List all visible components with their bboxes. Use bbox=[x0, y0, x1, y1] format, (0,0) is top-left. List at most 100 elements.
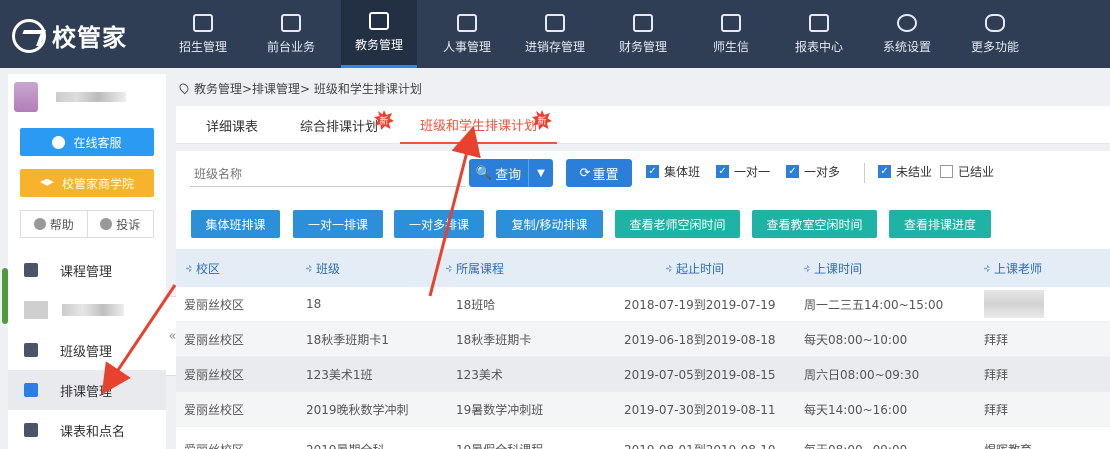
group-class-schedule-button[interactable]: 集体班排课 bbox=[191, 210, 280, 238]
cell-course: 19暑数学冲刺班 bbox=[456, 402, 544, 417]
nav-item-finance[interactable]: 财务管理 bbox=[605, 0, 681, 68]
tab-bar: 详细课表 综合排课计划新 班级和学生排课计划新 bbox=[176, 106, 1110, 144]
checkbox-graduated[interactable]: 已结业 bbox=[940, 163, 994, 180]
sort-icon bbox=[306, 264, 312, 273]
class-name-input[interactable] bbox=[190, 161, 466, 187]
column-header-class-time[interactable]: 上课时间 bbox=[804, 260, 862, 277]
checkbox-one-on-one[interactable]: ✓ 一对一 bbox=[716, 163, 770, 180]
header-label: 班级 bbox=[316, 261, 341, 276]
checkbox-unchecked[interactable] bbox=[940, 165, 953, 178]
cell-class: 123美术1班 bbox=[306, 367, 373, 382]
checkbox-label: 一对一 bbox=[734, 165, 771, 179]
more-icon bbox=[985, 13, 1005, 32]
table-row[interactable]: 爱丽丝校区 2019暑期全科 19暑假全科课程 2019-08-01到2019-… bbox=[176, 427, 1110, 449]
column-header-campus[interactable]: 校区 bbox=[186, 260, 220, 277]
copy-move-schedule-button[interactable]: 复制/移动排课 bbox=[496, 210, 603, 238]
column-header-course[interactable]: 所属课程 bbox=[446, 260, 504, 277]
nav-item-settings[interactable]: 系统设置 bbox=[869, 0, 945, 68]
refresh-icon: ⟳ bbox=[579, 165, 591, 181]
nav-item-recruit[interactable]: 招生管理 bbox=[165, 0, 241, 68]
tab-class-student-plan[interactable]: 班级和学生排课计划新 bbox=[400, 106, 558, 144]
sidebar-item-label: 班级管理 bbox=[60, 344, 113, 360]
breadcrumb: 教务管理>排课管理> 班级和学生排课计划 bbox=[176, 74, 1110, 102]
teacher-free-time-button[interactable]: 查看老师空闲时间 bbox=[615, 210, 740, 238]
nav-item-inventory[interactable]: 进销存管理 bbox=[517, 0, 593, 68]
nav-label: 系统设置 bbox=[882, 39, 931, 54]
sidebar-item-course[interactable]: 课程管理 bbox=[8, 250, 166, 290]
app-logo[interactable]: 校管家 bbox=[12, 18, 127, 53]
logo-icon bbox=[12, 18, 46, 53]
tab-label: 综合排课计划 bbox=[300, 119, 379, 135]
column-header-teacher[interactable]: 上课老师 bbox=[984, 260, 1042, 277]
sidebar-item-label: 课程管理 bbox=[60, 264, 113, 280]
query-dropdown[interactable]: ▼ bbox=[529, 168, 553, 179]
logo-text: 校管家 bbox=[52, 24, 127, 52]
gear-icon bbox=[897, 13, 917, 32]
nav-item-hr[interactable]: 人事管理 bbox=[429, 0, 505, 68]
user-info[interactable] bbox=[8, 74, 166, 120]
tab-detailed-schedule[interactable]: 详细课表 bbox=[206, 106, 258, 144]
checkbox-not-graduated[interactable]: ✓ 未结业 bbox=[878, 163, 932, 180]
cell-period: 2019-07-05到2019-08-15 bbox=[624, 367, 776, 382]
table-row[interactable]: 爱丽丝校区 18秋季班期卡1 18秋季班期卡 2019-06-18到2019-0… bbox=[176, 322, 1110, 357]
class-icon bbox=[24, 343, 38, 357]
reset-button[interactable]: ⟳ 重置 bbox=[566, 159, 632, 187]
nav-label: 人事管理 bbox=[442, 39, 491, 54]
cell-class-time: 每天08:00~10:00 bbox=[804, 332, 908, 347]
table-row[interactable]: 爱丽丝校区 2019晚秋数学冲刺 19暑数学冲刺班 2019-07-30到201… bbox=[176, 392, 1110, 427]
sort-icon bbox=[446, 264, 452, 273]
checkbox-checked[interactable]: ✓ bbox=[646, 165, 659, 178]
query-main[interactable]: 🔍 查询 bbox=[469, 159, 529, 187]
checkbox-checked[interactable]: ✓ bbox=[786, 165, 799, 178]
sidebar-item-class[interactable]: 班级管理 bbox=[8, 330, 166, 370]
monitor-icon bbox=[281, 13, 301, 32]
complaint-button[interactable]: 投诉 bbox=[88, 211, 154, 237]
query-button[interactable]: 🔍 查询 ▼ bbox=[469, 159, 553, 187]
cell-teacher: 拜拜 bbox=[984, 332, 1009, 347]
nav-item-reports[interactable]: 报表中心 bbox=[781, 0, 857, 68]
cell-campus: 爱丽丝校区 bbox=[184, 441, 244, 449]
one-on-one-schedule-button[interactable]: 一对一排课 bbox=[293, 210, 383, 238]
cell-course: 18班哈 bbox=[456, 297, 496, 312]
cell-course: 123美术 bbox=[456, 367, 503, 382]
table-row[interactable]: 爱丽丝校区 18 18班哈 2018-07-19到2019-07-19 周一二三… bbox=[176, 287, 1110, 322]
course-icon bbox=[24, 263, 38, 277]
cell-campus: 爱丽丝校区 bbox=[184, 297, 245, 312]
top-navigation-bar: 校管家 招生管理 前台业务 教务管理 人事管理 进销存管理 财务管理 师生信 报… bbox=[0, 0, 1110, 68]
checkbox-one-to-many[interactable]: ✓ 一对多 bbox=[786, 163, 840, 180]
online-service-label: 在线客服 bbox=[73, 135, 122, 150]
cell-class: 2019晚秋数学冲刺 bbox=[306, 402, 409, 417]
header-label: 校区 bbox=[196, 261, 221, 276]
checkbox-checked[interactable]: ✓ bbox=[716, 165, 729, 178]
help-button[interactable]: 帮助 bbox=[21, 211, 88, 237]
sidebar-menu: 课程管理 班级管理 排课管理 课表和点名 bbox=[8, 250, 166, 449]
nav-item-academic[interactable]: 教务管理 bbox=[341, 0, 417, 68]
chat-bubble-icon bbox=[52, 135, 66, 149]
nav-item-more[interactable]: 更多功能 bbox=[957, 0, 1033, 68]
online-service-button[interactable]: 在线客服 bbox=[20, 128, 154, 156]
divider bbox=[864, 163, 865, 183]
sidebar-item-schedule[interactable]: 排课管理 bbox=[8, 370, 166, 410]
checkbox-label: 未结业 bbox=[896, 165, 933, 179]
people-icon bbox=[457, 13, 477, 32]
academy-button[interactable]: 校管家商学院 bbox=[20, 169, 154, 197]
header-label: 上课老师 bbox=[994, 261, 1043, 276]
table-row[interactable]: 爱丽丝校区 123美术1班 123美术 2019-07-05到2019-08-1… bbox=[176, 357, 1110, 392]
header-label: 起止时间 bbox=[676, 261, 725, 276]
column-header-period[interactable]: 起止时间 bbox=[666, 260, 724, 277]
sidebar-item-blurred[interactable] bbox=[8, 290, 166, 330]
nav-item-frontdesk[interactable]: 前台业务 bbox=[253, 0, 329, 68]
nav-item-messages[interactable]: 师生信 bbox=[693, 0, 769, 68]
tab-comprehensive-plan[interactable]: 综合排课计划新 bbox=[300, 106, 394, 144]
checkbox-checked[interactable]: ✓ bbox=[878, 165, 891, 178]
nav-label: 师生信 bbox=[712, 39, 749, 54]
classroom-free-time-button[interactable]: 查看教室空闲时间 bbox=[752, 210, 877, 238]
cell-class-time: 每天14:00~16:00 bbox=[804, 402, 908, 417]
checkbox-group-class[interactable]: ✓ 集体班 bbox=[646, 163, 700, 180]
schedule-progress-button[interactable]: 查看排课进度 bbox=[889, 210, 991, 238]
sidebar-scrollbar[interactable] bbox=[2, 268, 8, 324]
one-to-many-schedule-button[interactable]: 一对多排课 bbox=[394, 210, 484, 238]
sidebar-item-timetable[interactable]: 课表和点名 bbox=[8, 410, 166, 449]
cell-period: 2019-07-30到2019-08-11 bbox=[624, 402, 776, 417]
column-header-class[interactable]: 班级 bbox=[306, 260, 340, 277]
